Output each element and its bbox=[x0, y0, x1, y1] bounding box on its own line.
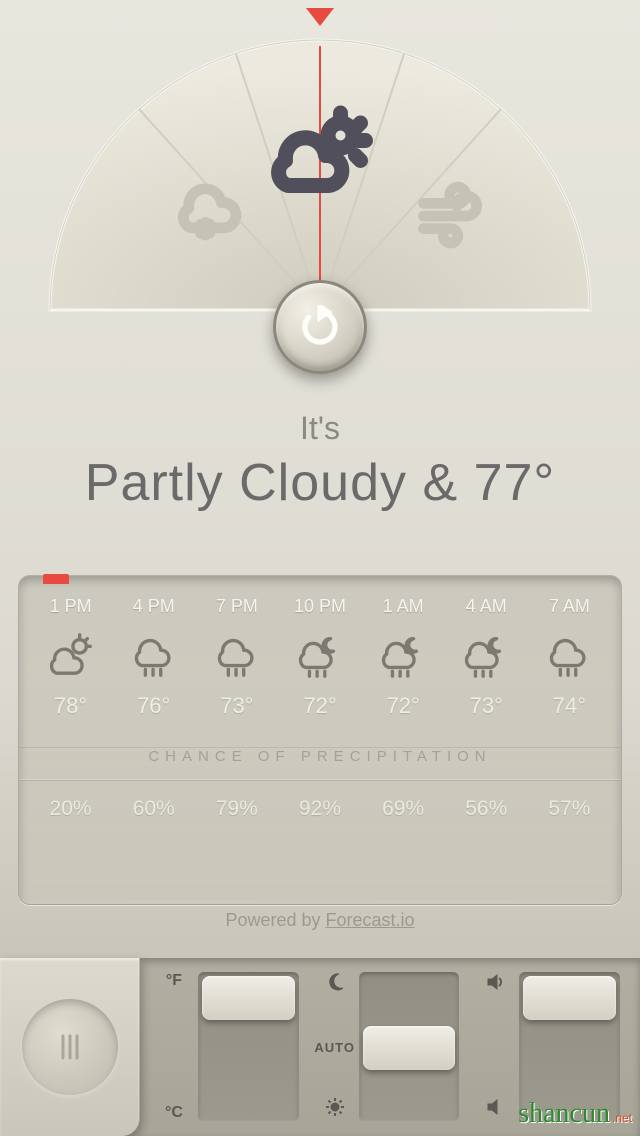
menu-tab[interactable] bbox=[0, 958, 140, 1136]
volume-slider-thumb[interactable] bbox=[523, 976, 616, 1020]
forecast-hour[interactable]: 4 PM 76° bbox=[112, 596, 195, 719]
dial-pointer-icon bbox=[306, 8, 334, 26]
precip-value: 79% bbox=[195, 797, 278, 821]
precip-value: 60% bbox=[112, 797, 195, 821]
sun-icon bbox=[325, 1097, 345, 1122]
hour-temp: 76° bbox=[112, 693, 195, 719]
forecast-hour[interactable]: 7 PM 73° bbox=[195, 596, 278, 719]
brightness-slider-thumb[interactable] bbox=[363, 1026, 456, 1070]
volume-low-icon bbox=[485, 1097, 505, 1122]
hour-time: 7 AM bbox=[528, 596, 611, 617]
rain-icon bbox=[195, 631, 278, 679]
forecast-hour[interactable]: 4 AM 73° bbox=[445, 596, 528, 719]
moon-icon bbox=[325, 972, 345, 997]
refresh-icon bbox=[298, 305, 342, 349]
precip-value: 92% bbox=[278, 797, 361, 821]
precip-heading: CHANCE OF PRECIPITATION bbox=[19, 747, 621, 780]
brightness-slider[interactable]: AUTO bbox=[311, 972, 460, 1122]
hour-time: 1 PM bbox=[29, 596, 112, 617]
brightness-auto-label: AUTO bbox=[314, 1040, 355, 1055]
volume-slider[interactable] bbox=[471, 972, 620, 1122]
hour-time: 4 AM bbox=[445, 596, 528, 617]
current-hour-marker bbox=[43, 574, 69, 584]
menu-dial-icon bbox=[22, 999, 118, 1095]
forecast-hour[interactable]: 10 PM 72° bbox=[278, 596, 361, 719]
precip-value: 57% bbox=[528, 797, 611, 821]
hour-time: 4 PM bbox=[112, 596, 195, 617]
precip-row: 20%60%79%92%69%56%57% bbox=[19, 780, 621, 837]
unit-slider-thumb[interactable] bbox=[202, 976, 295, 1020]
weather-dial bbox=[20, 0, 620, 350]
hour-temp: 74° bbox=[528, 693, 611, 719]
attribution-link[interactable]: Forecast.io bbox=[326, 910, 415, 930]
unit-top-label: °F bbox=[166, 972, 182, 990]
night-rain-icon bbox=[278, 631, 361, 679]
current-conditions: It's Partly Cloudy & 77° bbox=[0, 410, 640, 513]
attribution: Powered by Forecast.io bbox=[0, 910, 640, 931]
rain-icon bbox=[112, 631, 195, 679]
precip-value: 56% bbox=[445, 797, 528, 821]
rain-icon bbox=[528, 631, 611, 679]
night-rain-icon bbox=[362, 631, 445, 679]
forecast-hour[interactable]: 7 AM 74° bbox=[528, 596, 611, 719]
hourly-forecast-panel: 1 PM78°4 PM76°7 PM73°10 PM72°1 AM72°4 AM… bbox=[18, 575, 622, 905]
hour-temp: 78° bbox=[29, 693, 112, 719]
hour-temp: 72° bbox=[362, 693, 445, 719]
precip-value: 69% bbox=[362, 797, 445, 821]
hour-time: 1 AM bbox=[362, 596, 445, 617]
hour-time: 7 PM bbox=[195, 596, 278, 617]
headline-condition: Partly Cloudy & 77° bbox=[0, 453, 640, 513]
forecast-hour[interactable]: 1 AM 72° bbox=[362, 596, 445, 719]
refresh-button[interactable] bbox=[273, 280, 367, 374]
night-rain-icon bbox=[445, 631, 528, 679]
hour-time: 10 PM bbox=[278, 596, 361, 617]
hour-temp: 73° bbox=[195, 693, 278, 719]
bottom-controls: °F °C AUTO bbox=[0, 958, 640, 1136]
volume-high-icon bbox=[485, 972, 505, 997]
forecast-hours-row: 1 PM78°4 PM76°7 PM73°10 PM72°1 AM72°4 AM… bbox=[19, 576, 621, 719]
hour-temp: 72° bbox=[278, 693, 361, 719]
hour-temp: 73° bbox=[445, 693, 528, 719]
forecast-hour[interactable]: 1 PM 78° bbox=[29, 596, 112, 719]
headline-prefix: It's bbox=[0, 410, 640, 447]
unit-bottom-label: °C bbox=[165, 1104, 183, 1122]
precip-value: 20% bbox=[29, 797, 112, 821]
partly-cloudy-icon bbox=[29, 631, 112, 679]
unit-slider[interactable]: °F °C bbox=[150, 972, 299, 1122]
attribution-prefix: Powered by bbox=[225, 910, 320, 930]
